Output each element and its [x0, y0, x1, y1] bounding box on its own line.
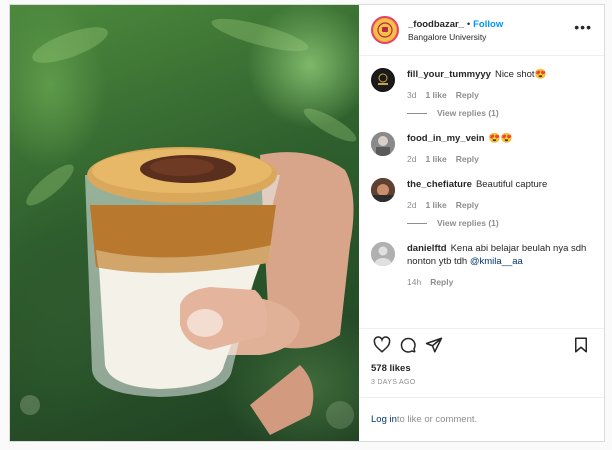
login-prompt-text: to like or comment. [396, 414, 478, 425]
comment-text: Beautiful capture [475, 179, 548, 190]
login-prompt: Log in to like or comment. [359, 397, 604, 441]
comment-likes[interactable]: 1 like [425, 154, 446, 164]
comment-item: the_chefiature Beautiful capture 2d 1 like… [371, 178, 592, 210]
user-photo-icon [371, 178, 395, 202]
view-replies-label: View replies (1) [437, 218, 499, 228]
paper-plane-icon[interactable] [421, 332, 447, 358]
view-replies-button[interactable]: View replies (1) [407, 218, 592, 228]
reply-button[interactable]: Reply [456, 154, 479, 164]
reply-button[interactable]: Reply [456, 200, 479, 210]
comment-item: food_in_my_vein 😍😍 2d 1 like Reply [371, 132, 592, 164]
mention-link[interactable]: @kmila__aa [470, 256, 523, 267]
likes-count[interactable]: 578 likes [359, 361, 604, 377]
post-sidebar: _foodbazar_ • Follow Bangalore University … [359, 5, 604, 441]
comment-time[interactable]: 3d [407, 90, 416, 100]
comment-time[interactable]: 2d [407, 200, 416, 210]
action-bar [359, 328, 604, 361]
comment-item: fill_your_tummyyy Nice shot😍 3d 1 like Repl… [371, 68, 592, 100]
post-location[interactable]: Bangalore University [408, 31, 503, 43]
reply-button[interactable]: Reply [456, 90, 479, 100]
post-card: _foodbazar_ • Follow Bangalore University … [9, 4, 605, 442]
post-age[interactable]: 3 DAYS AGO [359, 377, 604, 391]
view-replies-button[interactable]: View replies (1) [407, 108, 592, 118]
post-username[interactable]: _foodbazar_ [408, 19, 464, 30]
comment-list: fill_your_tummyyy Nice shot😍 3d 1 like Repl… [359, 56, 604, 328]
user-photo-icon [371, 132, 395, 156]
post-photo[interactable] [10, 5, 359, 441]
comment-text: 😍😍 [488, 133, 513, 144]
comment-text: Nice shot😍 [494, 69, 547, 80]
follow-button[interactable]: Follow [473, 19, 503, 30]
comment-item: danielftd Kena abi belajar beulah nya sdh… [371, 242, 592, 287]
view-replies-label: View replies (1) [437, 108, 499, 118]
heart-icon[interactable] [369, 332, 395, 358]
comment-likes[interactable]: 1 like [425, 200, 446, 210]
login-link[interactable]: Log in [371, 414, 397, 425]
avatar[interactable] [371, 68, 395, 92]
bookmark-icon[interactable] [568, 332, 594, 358]
reply-button[interactable]: Reply [430, 277, 453, 287]
post-header: _foodbazar_ • Follow Bangalore University … [359, 5, 604, 56]
ellipsis-icon[interactable]: ••• [574, 20, 592, 34]
replies-divider [407, 112, 427, 114]
avatar[interactable] [371, 178, 395, 202]
brand-logo-icon [374, 19, 396, 41]
separator-dot: • [466, 18, 471, 29]
food-logo-icon [372, 69, 394, 91]
comment-username[interactable]: fill_your_tummyyy [407, 69, 491, 80]
avatar[interactable] [371, 242, 395, 266]
replies-divider [407, 222, 427, 224]
comment-likes[interactable]: 1 like [425, 90, 446, 100]
default-avatar-icon [371, 242, 395, 266]
dalgona-coffee-illustration [20, 18, 357, 435]
avatar[interactable] [371, 132, 395, 156]
comment-username[interactable]: danielftd [407, 243, 447, 254]
avatar[interactable] [371, 16, 399, 44]
comment-username[interactable]: the_chefiature [407, 179, 472, 190]
comment-username[interactable]: food_in_my_vein [407, 133, 485, 144]
comment-bubble-icon[interactable] [395, 332, 421, 358]
comment-time[interactable]: 2d [407, 154, 416, 164]
comment-time[interactable]: 14h [407, 277, 421, 287]
